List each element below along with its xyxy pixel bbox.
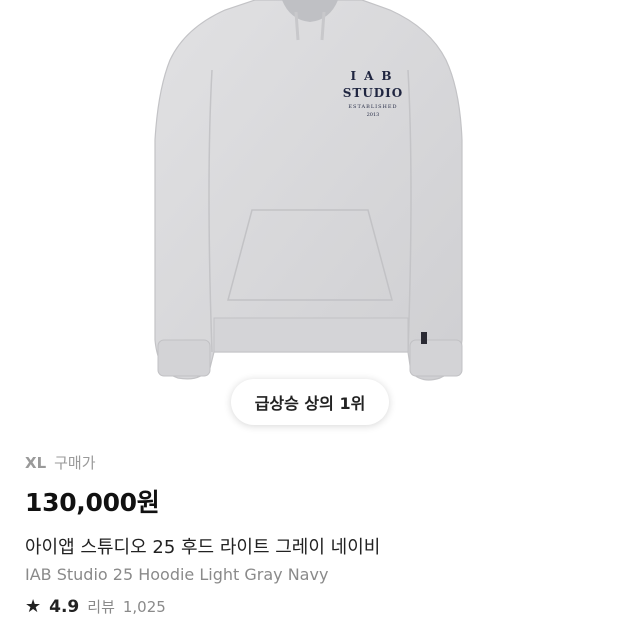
rank-badge: 급상승 상의 1위 xyxy=(231,379,389,425)
star-icon: ★ xyxy=(25,596,42,617)
price: 130,000원 xyxy=(25,488,160,517)
logo-line-3: ESTABLISHED xyxy=(348,104,397,110)
logo-line-1: IAB xyxy=(350,69,399,83)
size-row: XL 구매가 xyxy=(25,452,595,473)
logo-line-4: 2013 xyxy=(367,112,380,118)
purchase-label: 구매가 xyxy=(54,454,96,472)
review-label: 리뷰 xyxy=(87,598,115,616)
logo-line-2: STUDIO xyxy=(343,86,404,100)
product-title-english[interactable]: IAB Studio 25 Hoodie Light Gray Navy xyxy=(25,565,595,584)
product-title-korean[interactable]: 아이앱 스튜디오 25 후드 라이트 그레이 네이비 xyxy=(25,533,595,559)
product-info: XL 구매가 130,000원 아이앱 스튜디오 25 후드 라이트 그레이 네… xyxy=(25,452,595,617)
product-image[interactable]: IAB STUDIO ESTABLISHED 2013 xyxy=(0,0,620,430)
size-label: XL xyxy=(25,454,47,472)
review-count: 1,025 xyxy=(122,598,166,616)
rating-row[interactable]: ★ 4.9 리뷰 1,025 xyxy=(25,596,595,617)
hoodie-illustration xyxy=(154,0,463,381)
rating-score: 4.9 xyxy=(49,597,80,617)
